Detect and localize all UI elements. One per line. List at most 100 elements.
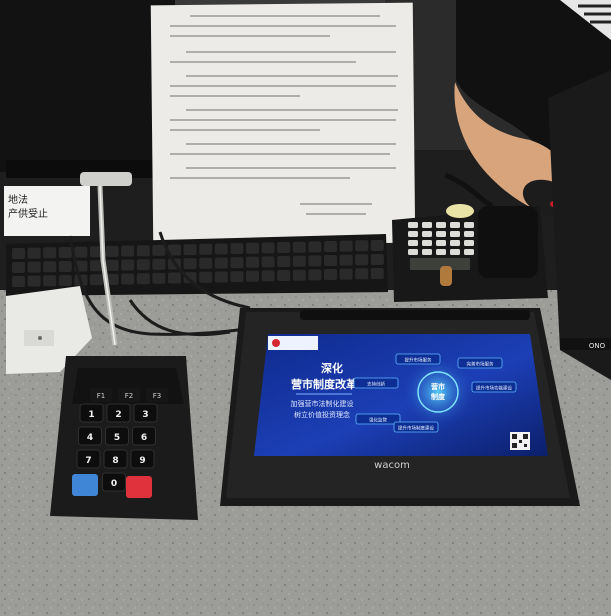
keyboard-key[interactable] (230, 243, 244, 255)
keyboard-key[interactable] (43, 247, 57, 259)
keypad-fn-key-label: F1 (97, 392, 105, 400)
keyboard-key[interactable] (355, 268, 369, 280)
keyboard-key[interactable] (324, 241, 337, 252)
scene-svg: 地法 产供受止 F1 F2 F3 1 2 34 5 67 8 90 wacom … (0, 0, 611, 616)
keyboard-key[interactable] (355, 240, 369, 252)
keyboard-key[interactable] (152, 272, 166, 284)
keyboard-key[interactable] (339, 254, 353, 266)
keyboard-key[interactable] (199, 257, 213, 269)
phone-key[interactable] (464, 231, 474, 237)
phone-key[interactable] (422, 231, 432, 237)
phone-key[interactable] (464, 249, 474, 255)
keyboard-key[interactable] (136, 273, 150, 285)
keyboard-key[interactable] (292, 255, 306, 267)
keyboard-key[interactable] (136, 245, 150, 257)
screen-node-label: 提升市场制度建设 (398, 425, 434, 432)
keyboard-key[interactable] (27, 247, 41, 259)
keypad-digit-label: 3 (142, 410, 148, 420)
keyboard-key[interactable] (74, 246, 88, 258)
tablet-screen: 深化 营市制度改革 加强营市法制化建设 树立价值投资理念 营市 制度 提升市场服… (254, 334, 548, 456)
keyboard-key[interactable] (246, 270, 259, 282)
keyboard-key[interactable] (27, 261, 41, 273)
keyboard-key[interactable] (12, 248, 25, 259)
phone-key[interactable] (408, 249, 418, 255)
keypad-cancel-key[interactable] (72, 474, 98, 496)
keyboard-key[interactable] (121, 245, 135, 257)
keyboard-key[interactable] (214, 243, 228, 255)
left-card: 地法 产供受止 (4, 186, 90, 236)
keyboard-key[interactable] (27, 275, 41, 287)
phone-key[interactable] (464, 222, 474, 228)
keypad-enter-key[interactable] (126, 476, 152, 498)
keyboard-key[interactable] (105, 259, 119, 271)
keyboard-key[interactable] (370, 253, 384, 265)
phone-key[interactable] (408, 240, 418, 246)
phone-key[interactable] (436, 240, 446, 246)
keyboard-key[interactable] (277, 270, 291, 282)
keyboard-key[interactable] (43, 275, 57, 287)
keyboard-key[interactable] (58, 274, 72, 286)
phone-key[interactable] (422, 249, 432, 255)
tablet-brand: wacom (374, 460, 410, 471)
keyboard-key[interactable] (136, 259, 150, 271)
keypad-digit-label: 4 (87, 433, 93, 443)
keyboard-key[interactable] (12, 262, 25, 273)
keyboard-key[interactable] (261, 270, 275, 282)
phone-key[interactable] (450, 240, 460, 246)
keyboard-key[interactable] (324, 255, 337, 266)
keyboard-key[interactable] (43, 261, 57, 273)
screen-logo-icon (272, 339, 280, 347)
screen-node-label: 提升市场服务 (405, 357, 432, 364)
keyboard-key[interactable] (292, 269, 306, 281)
keyboard-key[interactable] (261, 256, 275, 268)
phone-key[interactable] (436, 231, 446, 237)
keyboard-key[interactable] (90, 274, 103, 286)
keyboard-key[interactable] (168, 272, 181, 284)
phone-key[interactable] (464, 240, 474, 246)
keyboard-key[interactable] (214, 271, 228, 283)
keyboard-key[interactable] (308, 241, 322, 253)
keyboard-key[interactable] (183, 258, 197, 270)
keyboard-key[interactable] (339, 240, 353, 252)
keyboard-key[interactable] (370, 267, 384, 279)
phone-key[interactable] (422, 240, 432, 246)
keyboard-key[interactable] (183, 244, 197, 256)
keyboard-key[interactable] (308, 255, 322, 267)
keyboard-key[interactable] (324, 269, 337, 280)
phone-key[interactable] (422, 222, 432, 228)
keypad-digit-label: 9 (139, 456, 145, 466)
keyboard-key[interactable] (105, 245, 119, 257)
keyboard-key[interactable] (58, 246, 72, 258)
keyboard-key[interactable] (121, 273, 135, 285)
keyboard-key[interactable] (261, 242, 275, 254)
left-card-line-2: 产供受止 (8, 207, 48, 220)
keyboard-key[interactable] (277, 242, 291, 254)
keyboard-key[interactable] (199, 271, 213, 283)
keyboard-key[interactable] (121, 259, 135, 271)
keyboard-key[interactable] (292, 241, 306, 253)
keyboard-key[interactable] (214, 257, 228, 269)
tablet-pen (300, 310, 530, 320)
keyboard-key[interactable] (152, 258, 166, 270)
keyboard-key[interactable] (230, 257, 244, 269)
keyboard-key[interactable] (230, 271, 244, 283)
phone-key[interactable] (450, 231, 460, 237)
keyboard-key[interactable] (246, 256, 259, 268)
keyboard-key[interactable] (308, 269, 322, 281)
keyboard-key[interactable] (12, 276, 25, 287)
keyboard-key[interactable] (370, 239, 384, 251)
keyboard-key[interactable] (58, 260, 72, 272)
keyboard-key[interactable] (152, 244, 166, 256)
keyboard-key[interactable] (355, 254, 369, 266)
notice-paper (150, 2, 416, 246)
keyboard-key[interactable] (246, 242, 259, 254)
phone-key[interactable] (408, 222, 418, 228)
phone-key[interactable] (450, 222, 460, 228)
phone-key[interactable] (408, 231, 418, 237)
phone-key[interactable] (436, 222, 446, 228)
keyboard-key[interactable] (339, 268, 353, 280)
phone-key[interactable] (450, 249, 460, 255)
keyboard-key[interactable] (199, 243, 213, 255)
keyboard-key[interactable] (277, 256, 291, 268)
phone-key[interactable] (436, 249, 446, 255)
